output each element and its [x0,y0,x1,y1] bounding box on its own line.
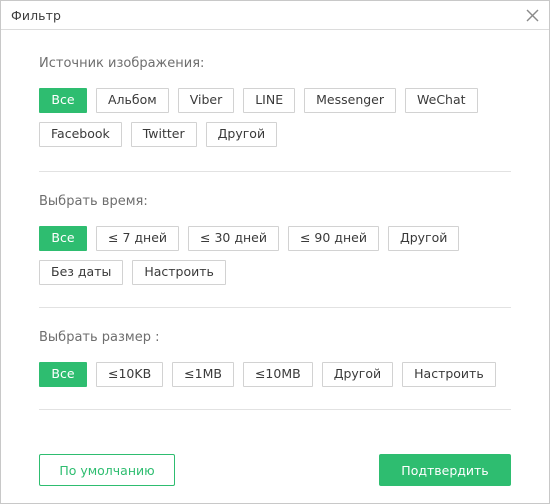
source-option-line[interactable]: LINE [243,88,296,113]
title-bar: Фильтр [1,1,549,30]
source-option-other[interactable]: Другой [205,122,278,147]
window-title: Фильтр [11,7,62,23]
close-button[interactable] [521,4,543,26]
size-option-10kb[interactable]: ≤10KB [96,362,164,387]
divider-after-size [39,409,511,410]
source-option-facebook[interactable]: Facebook [39,122,122,147]
section-image-source: Источник изображения: Все Альбом Viber L… [1,30,549,147]
dialog-footer: По умолчанию Подтвердить [1,437,549,503]
size-option-customize[interactable]: Настроить [402,362,496,387]
size-option-1mb[interactable]: ≤1MB [172,362,234,387]
source-option-album[interactable]: Альбом [96,88,169,113]
section-title-time: Выбрать время: [39,194,148,209]
time-option-7-days[interactable]: ≤ 7 дней [96,226,180,251]
source-option-all[interactable]: Все [39,88,87,113]
time-options: Все ≤ 7 дней ≤ 30 дней ≤ 90 дней Другой … [39,226,511,285]
source-option-messenger[interactable]: Messenger [304,88,397,113]
time-option-no-date[interactable]: Без даты [39,260,124,285]
source-option-twitter[interactable]: Twitter [130,122,197,147]
time-option-other[interactable]: Другой [387,226,460,251]
size-option-other[interactable]: Другой [321,362,394,387]
close-icon [526,9,539,22]
size-options: Все ≤10KB ≤1MB ≤10MB Другой Настроить [39,362,511,387]
section-title-size: Выбрать размер : [39,330,160,345]
section-title-image-source: Источник изображения: [39,56,205,71]
section-size: Выбрать размер : Все ≤10KB ≤1MB ≤10MB Др… [1,308,549,387]
source-option-viber[interactable]: Viber [177,88,235,113]
section-time: Выбрать время: Все ≤ 7 дней ≤ 30 дней ≤ … [1,172,549,285]
size-option-10mb[interactable]: ≤10MB [242,362,313,387]
time-option-customize[interactable]: Настроить [132,260,226,285]
size-option-all[interactable]: Все [39,362,87,387]
filter-dialog: Фильтр Источник изображения: Все Альбом … [0,0,550,504]
time-option-30-days[interactable]: ≤ 30 дней [188,226,279,251]
image-source-options: Все Альбом Viber LINE Messenger WeChat F… [39,88,511,147]
time-option-90-days[interactable]: ≤ 90 дней [287,226,379,251]
source-option-wechat[interactable]: WeChat [405,88,478,113]
time-option-all[interactable]: Все [39,226,87,251]
confirm-button[interactable]: Подтвердить [379,454,511,486]
dialog-content: Источник изображения: Все Альбом Viber L… [1,30,549,503]
reset-default-button[interactable]: По умолчанию [39,454,175,486]
